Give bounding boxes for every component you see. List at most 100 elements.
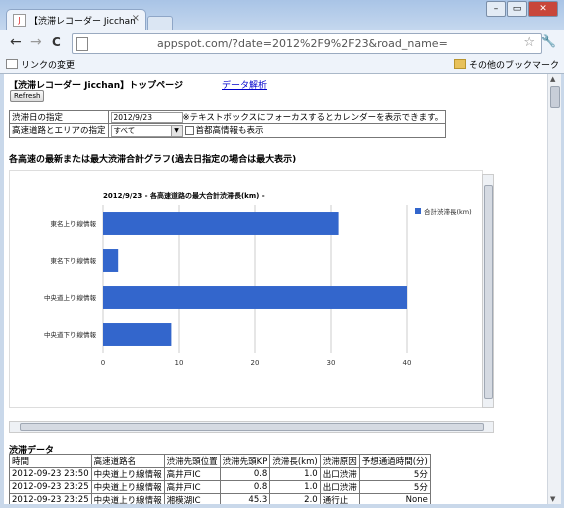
table-cell: 5分 <box>358 467 431 481</box>
back-arrow-icon[interactable]: ← <box>10 35 22 49</box>
table-cell: None <box>358 493 431 504</box>
road-label: 高速道路とエリアの指定 <box>9 123 109 138</box>
address-url[interactable]: appspot.com/?date=2012%2F9%2F23&road_nam… <box>157 37 448 50</box>
table-cell: 1.0 <box>269 467 321 481</box>
bar <box>103 249 119 272</box>
table-cell: 中央道上り線情報 <box>90 467 165 481</box>
bookmark-link-change[interactable]: リンクの変更 <box>6 58 75 71</box>
category-label: 中央道上り線情報 <box>44 293 97 302</box>
refresh-button[interactable]: Refresh <box>10 90 45 102</box>
page-favicon-icon: J <box>13 14 26 27</box>
table-cell: 2012-09-23 23:25 <box>9 480 92 494</box>
scroll-down-arrow-icon[interactable]: ▼ <box>550 495 555 503</box>
bookmarks-bar: リンクの変更 その他のブックマーク <box>0 56 564 74</box>
bar <box>103 323 172 346</box>
tab-strip: J 【渋滞レコーダー Jicchan × – ▭ ✕ <box>0 0 564 31</box>
x-tick-label: 40 <box>403 359 412 367</box>
chart-container: 2012/9/23 - 各高速道路の最大合計渋滞長(km) - 0 10 20 30 40… <box>9 170 483 408</box>
table-cell: 45.3 <box>219 493 271 504</box>
congestion-table: 時間 高速道路名 渋滞先頭位置 渋滞先頭KP 渋滞長(km) 渋滞原因 予想通過時間(分) … <box>9 454 431 504</box>
x-tick-label: 0 <box>101 359 105 367</box>
x-tick-label: 20 <box>251 359 260 367</box>
chart-title: 2012/9/23 - 各高速道路の最大合計渋滞長(km) - <box>103 191 265 200</box>
column-header: 渋滞長(km) <box>269 454 321 468</box>
x-tick-label: 30 <box>327 359 336 367</box>
column-header: 予想通過時間(分) <box>358 454 431 468</box>
minimize-button[interactable]: – <box>486 1 506 17</box>
column-header: 渋滞先頭KP <box>219 454 271 468</box>
metro-checkbox[interactable] <box>184 126 194 135</box>
table-row: 2012-09-23 23:25 中央道上り線情報 湘模湖IC 45.3 2.0 通行止 N… <box>9 493 431 504</box>
road-select[interactable]: すべて ▼ <box>110 124 183 137</box>
column-header: 渋滞先頭位置 <box>163 454 221 468</box>
other-bookmarks-label: その他のブックマーク <box>469 61 560 71</box>
category-label: 中央道下り線情報 <box>44 330 97 339</box>
date-label: 渋滞日の指定 <box>9 110 109 124</box>
browser-toolbar: ← → C appspot.com/?date=2012%2F9%2F23&ro… <box>0 30 564 56</box>
tab-close-icon[interactable]: × <box>132 13 140 24</box>
other-bookmarks-folder[interactable]: その他のブックマーク <box>454 58 559 71</box>
folder-icon <box>454 59 466 69</box>
chevron-down-icon: ▼ <box>170 125 182 136</box>
page-vertical-scrollbar[interactable]: ▲ ▼ <box>547 74 561 504</box>
road-select-value: すべて <box>113 125 136 135</box>
column-header: 時間 <box>9 454 92 468</box>
bookmark-star-icon[interactable]: ☆ <box>523 35 535 50</box>
address-bar[interactable]: appspot.com/?date=2012%2F9%2F23&road_nam… <box>72 33 542 54</box>
bookmark-label: リンクの変更 <box>21 61 76 71</box>
chart-vertical-scrollbar[interactable] <box>482 174 494 408</box>
table-cell: 通行止 <box>319 493 360 504</box>
date-row: 2012/9/23 ※テキストボックスにフォーカスするとカレンダーを表示できます。 <box>107 110 447 124</box>
bar-chart: 2012/9/23 - 各高速道路の最大合計渋滞長(km) - 0 10 20 30 40… <box>44 191 472 367</box>
page-content: 【渋滞レコーダー Jicchan】トップページ データ解析 Refresh 渋滞… <box>4 74 547 504</box>
forward-arrow-icon[interactable]: → <box>30 35 42 49</box>
reload-icon[interactable]: C <box>52 35 61 49</box>
page-icon <box>76 37 88 51</box>
table-row: 2012-09-23 23:50 中央道上り線情報 高井戸IC 0.8 1.0 出口渋滞 5… <box>9 467 431 481</box>
table-cell: 2012-09-23 23:50 <box>9 467 92 481</box>
table-cell: 湘模湖IC <box>163 493 221 504</box>
table-cell: 高井戸IC <box>163 480 221 494</box>
new-tab-button[interactable] <box>147 16 173 31</box>
wrench-menu-icon[interactable]: 🔧 <box>541 34 556 48</box>
window-controls: – ▭ ✕ <box>485 1 558 17</box>
table-cell: 高井戸IC <box>163 467 221 481</box>
tab-title: 【渋滞レコーダー Jicchan <box>29 17 136 27</box>
table-cell: 2.0 <box>269 493 321 504</box>
data-analysis-link[interactable]: データ解析 <box>222 78 267 91</box>
table-cell: 出口渋滞 <box>319 480 360 494</box>
column-header: 渋滞原因 <box>319 454 360 468</box>
date-hint: ※テキストボックスにフォーカスするとカレンダーを表示できます。 <box>182 113 444 123</box>
date-input[interactable]: 2012/9/23 <box>110 112 183 123</box>
table-row: 2012-09-23 23:25 中央道上り線情報 高井戸IC 0.8 1.0 出口渋滞 5… <box>9 480 431 494</box>
legend-label: 合計渋滞長(km) <box>424 207 472 216</box>
table-cell: 中央道上り線情報 <box>90 493 165 504</box>
close-window-button[interactable]: ✕ <box>528 1 558 17</box>
table-cell: 0.8 <box>219 480 271 494</box>
maximize-button[interactable]: ▭ <box>507 1 527 17</box>
chart-horizontal-scrollbar[interactable] <box>9 421 494 433</box>
scroll-up-arrow-icon[interactable]: ▲ <box>550 75 555 83</box>
column-header: 高速道路名 <box>90 454 165 468</box>
bar <box>103 286 407 309</box>
table-cell: 2012-09-23 23:25 <box>9 493 92 504</box>
table-cell: 出口渋滞 <box>319 467 360 481</box>
table-header-row: 時間 高速道路名 渋滞先頭位置 渋滞先頭KP 渋滞長(km) 渋滞原因 予想通過時間(分) <box>9 454 431 468</box>
road-row: すべて ▼ 首都高情報も表示 <box>107 123 447 138</box>
chart-vscroll-thumb[interactable] <box>484 185 493 399</box>
page-icon <box>6 59 18 69</box>
table-cell: 1.0 <box>269 480 321 494</box>
metro-checkbox-label: 首都高情報も表示 <box>195 126 264 136</box>
browser-tab[interactable]: J 【渋滞レコーダー Jicchan × <box>6 9 146 31</box>
bar <box>103 212 339 235</box>
x-tick-label: 10 <box>175 359 184 367</box>
table-cell: 中央道上り線情報 <box>90 480 165 494</box>
category-label: 東名上り線情報 <box>51 219 97 228</box>
legend-swatch <box>415 208 421 214</box>
filter-form: 渋滞日の指定 2012/9/23 ※テキストボックスにフォーカスするとカレンダーを… <box>9 110 447 138</box>
category-label: 東名下り線情報 <box>51 256 97 265</box>
page-scroll-thumb[interactable] <box>550 86 560 108</box>
table-cell: 0.8 <box>219 467 271 481</box>
chart-hscroll-thumb[interactable] <box>20 423 484 431</box>
graph-section-title: 各高速の最新または最大渋滞合計グラフ(過去日指定の場合は最大表示) <box>9 155 297 165</box>
